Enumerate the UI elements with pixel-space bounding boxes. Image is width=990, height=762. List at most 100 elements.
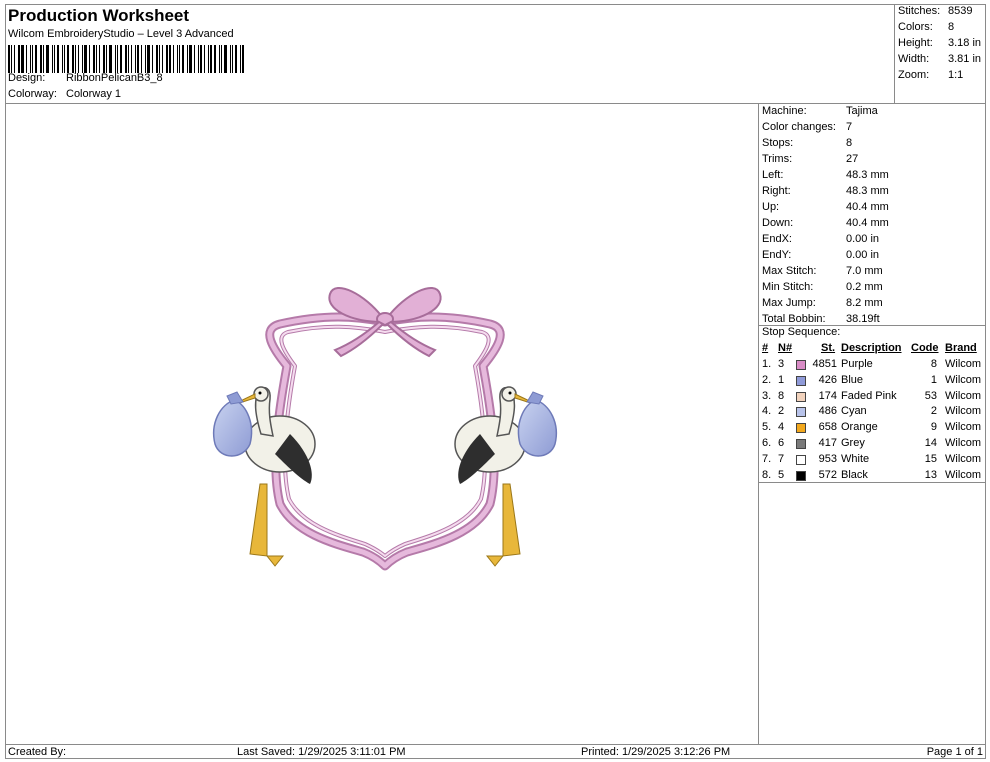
stitch-count: 417 (818, 437, 837, 449)
barcode-bar (78, 45, 79, 73)
barcode-bar (169, 45, 171, 73)
stop-index: 1. (762, 358, 772, 370)
color-swatch (796, 360, 806, 370)
barcode-bar (52, 45, 53, 73)
barcode-bar (230, 45, 231, 73)
stop-sequence-row: 3. 8 174 Faded Pink 53 Wilcom (759, 390, 986, 405)
barcode-bar (82, 45, 83, 73)
stitch-count: 658 (818, 421, 837, 434)
barcode-bar (32, 45, 33, 73)
needle-number: 3 (778, 358, 785, 370)
stat-endx: EndX: 0.00 in (762, 233, 880, 245)
page-title: Production Worksheet (8, 6, 190, 25)
barcode-bar (99, 45, 100, 73)
thread-code: 1 (930, 373, 937, 386)
barcode-bar (46, 45, 49, 73)
thread-description: White (841, 452, 870, 465)
thread-code: 13 (924, 468, 937, 481)
stop-sequence-header: # N# St. Description Code Brand (759, 342, 986, 357)
barcode-bar (75, 45, 76, 73)
barcode-bar (30, 45, 31, 73)
software-name: Wilcom EmbroideryStudio – Level 3 Advanc… (8, 28, 234, 40)
barcode-bar (204, 45, 205, 73)
stop-sequence-row: 5. 4 658 Orange 9 Wilcom (759, 421, 986, 436)
col-description: Description (841, 342, 902, 354)
stop-sequence-row: 1. 3 4851 Purple 8 Wilcom (759, 358, 986, 373)
stop-index: 2. (762, 373, 772, 386)
barcode-bar (219, 45, 220, 73)
col-stitches: St. (821, 342, 836, 354)
col-number: # (762, 342, 769, 354)
thread-code: 8 (930, 358, 937, 370)
last-saved: Last Saved: 1/29/2025 3:11:01 PM (237, 746, 406, 758)
stat-up: Up: 40.4 mm (762, 201, 889, 213)
embroidery-design-image (213, 287, 557, 571)
stat-down: Down: 40.4 mm (762, 217, 889, 229)
stitch-count: 572 (818, 468, 837, 481)
barcode-bar (210, 45, 212, 73)
color-swatch (796, 423, 806, 434)
barcode-bar (43, 45, 44, 73)
barcode-bar (159, 45, 160, 73)
barcode-bar (103, 45, 105, 73)
thread-description: Blue (841, 373, 864, 386)
colorway-row: Colorway: Colorway 1 (8, 88, 121, 100)
barcode-bar (242, 45, 244, 73)
barcode-bar (62, 45, 63, 73)
thread-description: Cyan (841, 405, 867, 418)
thread-brand: Wilcom (945, 468, 982, 481)
barcode-bar (187, 45, 188, 73)
barcode-bar (84, 45, 87, 73)
design-label: Design: (8, 72, 46, 84)
thread-brand: Wilcom (945, 358, 982, 370)
thread-brand: Wilcom (945, 452, 982, 465)
stat-endy: EndY: 0.00 in (762, 249, 880, 261)
design-summary: Stitches: 8539 Colors: 8 Height: 3.18 in Wi… (895, 4, 986, 104)
thread-brand: Wilcom (945, 389, 982, 402)
stop-index: 8. (762, 468, 772, 481)
worksheet-footer: Created By: Last Saved: 1/29/2025 3:11:0… (5, 744, 986, 759)
thread-description: Faded Pink (841, 389, 897, 402)
barcode-bar (198, 45, 199, 73)
col-needle: N# (778, 342, 793, 354)
barcode-bar (120, 45, 122, 73)
barcode-bar (21, 45, 24, 73)
barcode-bar (93, 45, 95, 73)
divider (759, 482, 986, 483)
barcode-bar (89, 45, 90, 73)
barcode-bar (137, 45, 139, 73)
barcode-bar (141, 45, 142, 73)
design-row: Design: RibbonPelicanB3_8 (8, 72, 163, 84)
barcode-bar (200, 45, 202, 73)
barcode-bar (8, 45, 10, 73)
stop-sequence-row: 6. 6 417 Grey 14 Wilcom (759, 437, 986, 452)
barcode-bar (240, 45, 241, 73)
color-swatch (796, 375, 806, 386)
barcode-bar (156, 45, 158, 73)
right-stork (454, 386, 557, 567)
summary-width: Width: 3.81 in (898, 53, 982, 65)
stop-sequence-row: 4. 2 486 Cyan 2 Wilcom (759, 405, 986, 420)
stop-index: 3. (762, 389, 772, 402)
stop-sequence-title: Stop Sequence: (762, 326, 841, 338)
stat-trims: Trims: 27 (762, 153, 859, 165)
barcode-bar (145, 45, 146, 73)
stop-index: 4. (762, 405, 772, 418)
design-barcode (8, 45, 248, 73)
thread-description: Purple (841, 358, 873, 370)
thread-code: 53 (924, 389, 937, 402)
stop-index: 6. (762, 437, 772, 449)
needle-number: 4 (778, 421, 785, 434)
barcode-bar (147, 45, 150, 73)
barcode-bar (135, 45, 136, 73)
stat-max-jump: Max Jump: 8.2 mm (762, 297, 883, 309)
barcode-bar (109, 45, 112, 73)
barcode-bar (96, 45, 97, 73)
barcode-bar (179, 45, 180, 73)
colorway-label: Colorway: (8, 88, 57, 100)
needle-number: 1 (778, 373, 785, 386)
barcode-bar (131, 45, 132, 73)
barcode-bar (64, 45, 65, 73)
stop-sequence-row: 2. 1 426 Blue 1 Wilcom (759, 374, 986, 389)
page-number: Page 1 of 1 (926, 746, 983, 758)
